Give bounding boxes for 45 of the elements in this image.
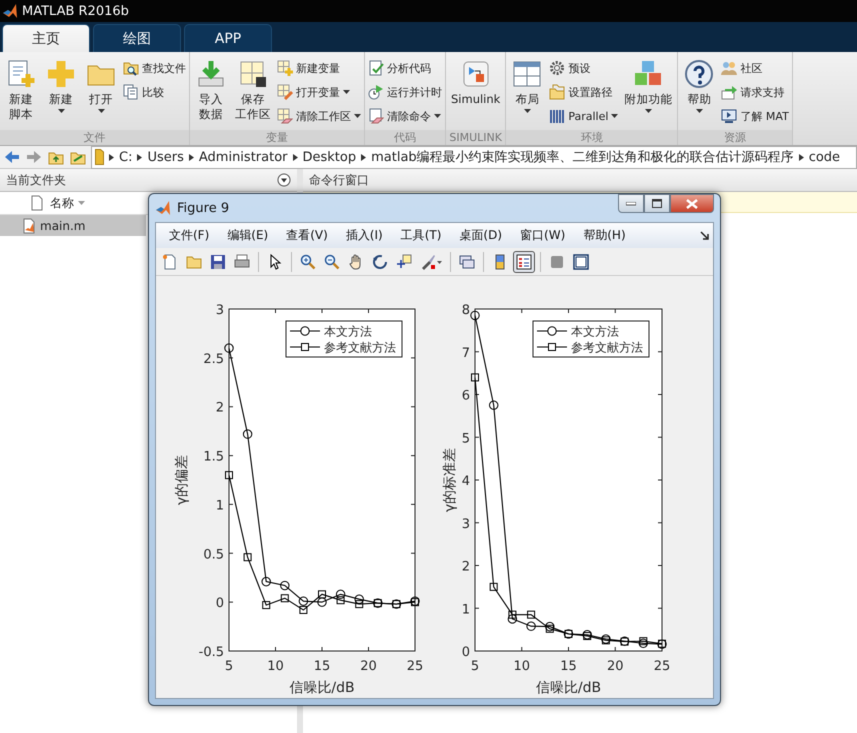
tick-label: 0 [462, 645, 470, 660]
tick-label: 8 [462, 303, 470, 318]
tick-label: 7 [462, 346, 470, 361]
tick-label: 3 [216, 303, 224, 318]
window-title: MATLAB R2016b [22, 4, 129, 18]
tick-label: 5 [470, 659, 480, 674]
axis-title: γ的标准差 [442, 448, 458, 512]
section-label: 变量 [190, 130, 364, 145]
axis-title: 信噪比/dB [536, 680, 602, 695]
section-label: 代码 [365, 130, 445, 145]
tick-label: -0.5 [198, 645, 224, 660]
tick-label: 25 [406, 659, 424, 674]
section-label: 环境 [506, 130, 678, 145]
legend-label: 参考文献方法 [571, 340, 643, 354]
tick-label: 6 [462, 388, 470, 404]
tick-label: 1.5 [203, 450, 224, 465]
axis-title: 信噪比/dB [289, 680, 355, 695]
tick-label: 2.5 [203, 352, 224, 367]
window-title: Figure 9 [177, 200, 230, 216]
panel-title: 命令行窗口 [309, 172, 369, 188]
tick-label: 5 [224, 659, 234, 674]
tick-label: 5 [462, 431, 470, 446]
legend-label: 本文方法 [324, 324, 372, 338]
tick-label: 0.5 [203, 547, 224, 562]
tick-label: 1 [462, 602, 470, 618]
tick-label: 4 [462, 474, 470, 489]
panel-title: 当前文件夹 [6, 172, 66, 188]
tick-label: 1 [216, 498, 224, 514]
tick-label: 25 [654, 659, 670, 674]
section-label: 文件 [0, 130, 189, 145]
tick-label: 15 [560, 659, 577, 674]
tick-label: 3 [462, 516, 470, 532]
section-label: SIMULINK [446, 130, 506, 145]
section-label: 资源 [678, 130, 792, 145]
tick-label: 0 [216, 596, 224, 612]
axis-title: γ的偏差 [174, 454, 190, 506]
tick-label: 20 [360, 659, 377, 674]
legend-label: 本文方法 [571, 324, 619, 338]
tick-label: 15 [314, 659, 330, 674]
tick-label: 2 [462, 560, 470, 574]
tick-label: 10 [513, 659, 530, 674]
legend-label: 参考文献方法 [324, 340, 396, 354]
tick-label: 20 [606, 659, 624, 674]
tick-label: 2 [216, 400, 224, 416]
tick-label: 10 [267, 659, 284, 674]
